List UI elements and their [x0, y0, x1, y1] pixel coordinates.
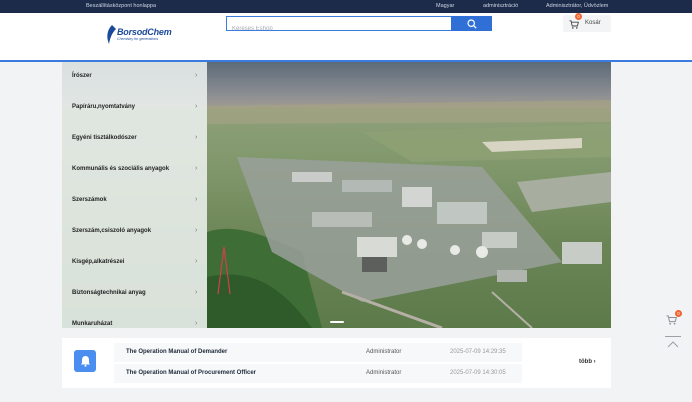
category-item[interactable]: Munkaruházat ›: [62, 310, 207, 328]
notice-author: Administrator: [366, 370, 402, 376]
chevron-right-icon: ›: [195, 258, 198, 265]
category-label: Biztonságtechnikai anyag: [72, 290, 146, 296]
category-item[interactable]: Szerszám,csiszoló anyagok ›: [62, 217, 207, 248]
chevron-right-icon: ›: [195, 196, 198, 203]
more-label: több: [579, 359, 592, 365]
logo-name: BorsodChem: [117, 27, 172, 37]
category-item[interactable]: Szerszámok ›: [62, 186, 207, 217]
category-item[interactable]: Írószer ›: [62, 62, 207, 93]
chevron-right-icon: ›: [195, 289, 198, 296]
search-input[interactable]: [227, 22, 451, 36]
cart-label: Kosár: [585, 20, 601, 26]
category-label: Írószer: [72, 73, 92, 79]
category-label: Papíráru,nyomtatvány: [72, 104, 136, 110]
notice-author: Administrator: [366, 349, 402, 355]
category-item[interactable]: Kommunális és szociális anyagok ›: [62, 155, 207, 186]
category-item[interactable]: Egyéni tisztálkodószer ›: [62, 124, 207, 155]
floating-cart-count: 0: [675, 310, 682, 317]
cart-icon: [569, 20, 579, 29]
carousel-indicator[interactable]: [330, 321, 344, 323]
chevron-right-icon: ›: [195, 134, 198, 141]
user-greeting[interactable]: Adminisztrátor, Üdvözlem: [546, 3, 608, 9]
category-label: Munkaruházat: [72, 321, 113, 327]
cart-icon: [666, 315, 677, 325]
logo-mark-icon: [107, 25, 116, 44]
logo[interactable]: BorsodChem Chemistry for generations: [105, 23, 172, 45]
search-button[interactable]: [451, 16, 492, 31]
category-menu: Írószer › Papíráru,nyomtatvány › Egyéni …: [62, 62, 207, 328]
category-label: Kommunális és szociális anyagok: [72, 166, 170, 172]
notice-title[interactable]: The Operation Manual of Demander: [126, 349, 227, 355]
top-bar: Beszállításközpont honlappa Magyar admin…: [0, 0, 692, 13]
back-to-top-icon: [667, 341, 679, 348]
chevron-right-icon: ›: [195, 165, 198, 172]
cart-count-badge: 0: [575, 13, 582, 20]
notice-time: 2025-07-09 14:29:35: [450, 349, 506, 355]
more-link[interactable]: több ›: [579, 359, 596, 365]
chevron-right-icon: ›: [195, 103, 198, 110]
category-item[interactable]: Biztonságtechnikai anyag ›: [62, 279, 207, 310]
notice-badge: [74, 350, 96, 372]
cart-button[interactable]: 0 Kosár: [563, 13, 611, 32]
category-item[interactable]: Papíráru,nyomtatvány ›: [62, 93, 207, 124]
bell-icon: [80, 356, 90, 367]
category-label: Kisgép,alkatrészei: [72, 259, 125, 265]
notice-row[interactable]: The Operation Manual of Demander Adminis…: [114, 343, 522, 362]
category-label: Szerszámok: [72, 197, 107, 203]
chevron-right-icon: ›: [195, 227, 198, 234]
category-item[interactable]: Kisgép,alkatrészei ›: [62, 248, 207, 279]
notice-title[interactable]: The Operation Manual of Procurement Offi…: [126, 370, 256, 376]
search-field[interactable]: [226, 16, 452, 36]
floating-cart-button[interactable]: 0: [666, 310, 682, 327]
admin-link[interactable]: adminisztráció: [483, 3, 518, 9]
back-to-top-button[interactable]: [665, 336, 681, 350]
search-icon: [466, 18, 477, 29]
notice-panel: The Operation Manual of Demander Adminis…: [62, 338, 611, 388]
chevron-right-icon: ›: [195, 72, 198, 79]
chevron-right-icon: ›: [593, 359, 596, 365]
language-selector[interactable]: Magyar: [436, 3, 454, 9]
category-label: Szerszám,csiszoló anyagok: [72, 228, 152, 234]
chevron-right-icon: ›: [195, 320, 198, 327]
notice-row[interactable]: The Operation Manual of Procurement Offi…: [114, 364, 522, 383]
logo-tagline: Chemistry for generations: [117, 37, 159, 41]
notice-time: 2025-07-09 14:30:05: [450, 370, 506, 376]
category-label: Egyéni tisztálkodószer: [72, 135, 137, 141]
home-link[interactable]: Beszállításközpont honlappa: [86, 3, 156, 9]
